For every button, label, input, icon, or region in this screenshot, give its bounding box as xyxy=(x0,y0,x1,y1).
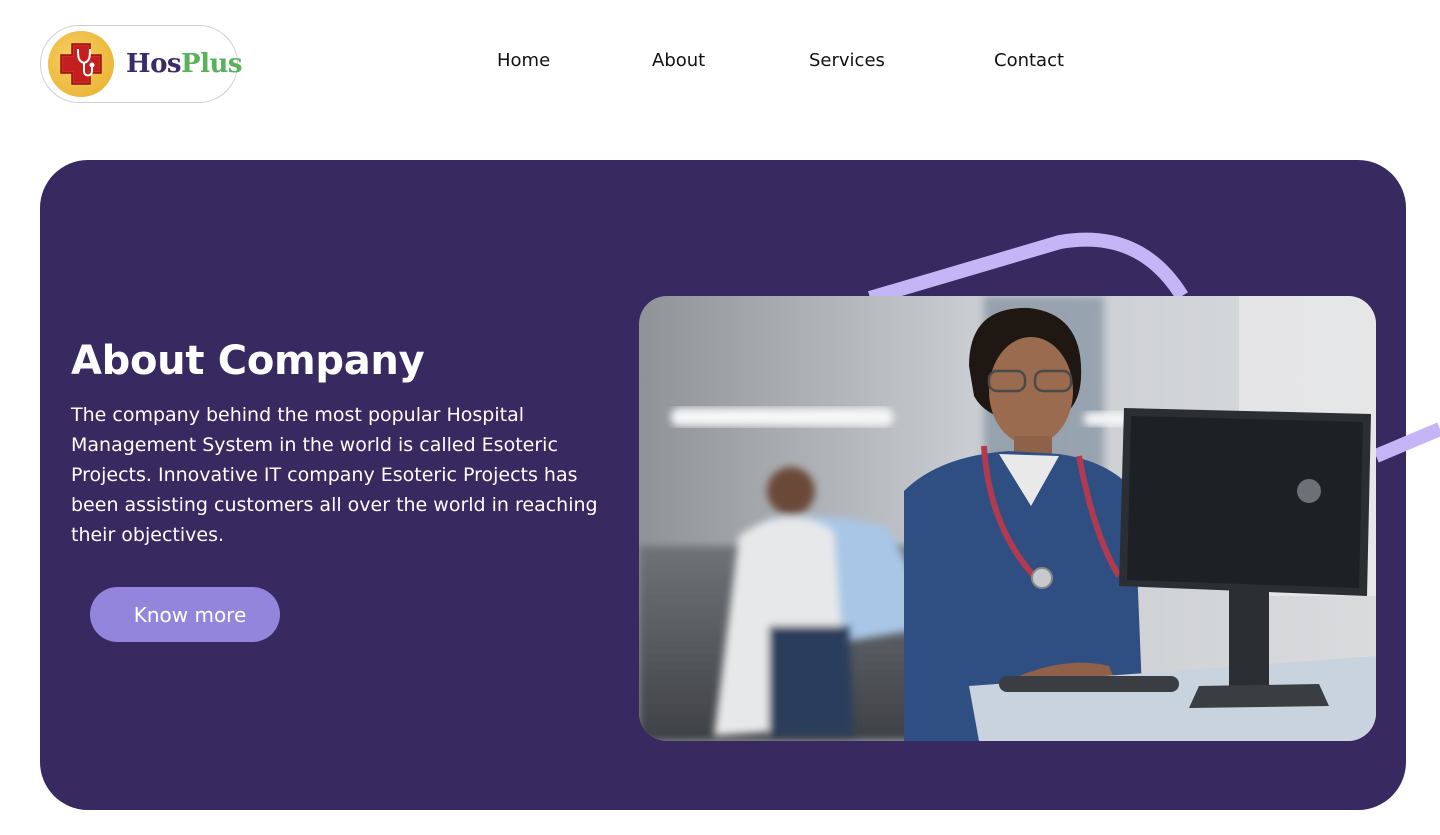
nav-home-link[interactable]: Home xyxy=(497,50,550,71)
nav-contact-link[interactable]: Contact xyxy=(994,50,1064,71)
section-title: About Company xyxy=(71,338,425,384)
brand-wordmark: HosPlus xyxy=(126,49,243,79)
section-description: The company behind the most popular Hosp… xyxy=(71,404,598,546)
nav-services-link[interactable]: Services xyxy=(809,50,885,71)
nav-about-link[interactable]: About xyxy=(652,50,705,71)
brand-name-part2: Plus xyxy=(181,49,243,79)
know-more-button[interactable]: Know more xyxy=(90,587,280,642)
medical-cross-stethoscope-icon xyxy=(48,31,114,97)
hospital-photo xyxy=(639,296,1376,741)
brand-name-part1: Hos xyxy=(126,49,182,79)
hosplus-logo[interactable]: HosPlus xyxy=(40,25,243,103)
page: HosPlus Home About Services Contact Abou… xyxy=(0,0,1440,835)
